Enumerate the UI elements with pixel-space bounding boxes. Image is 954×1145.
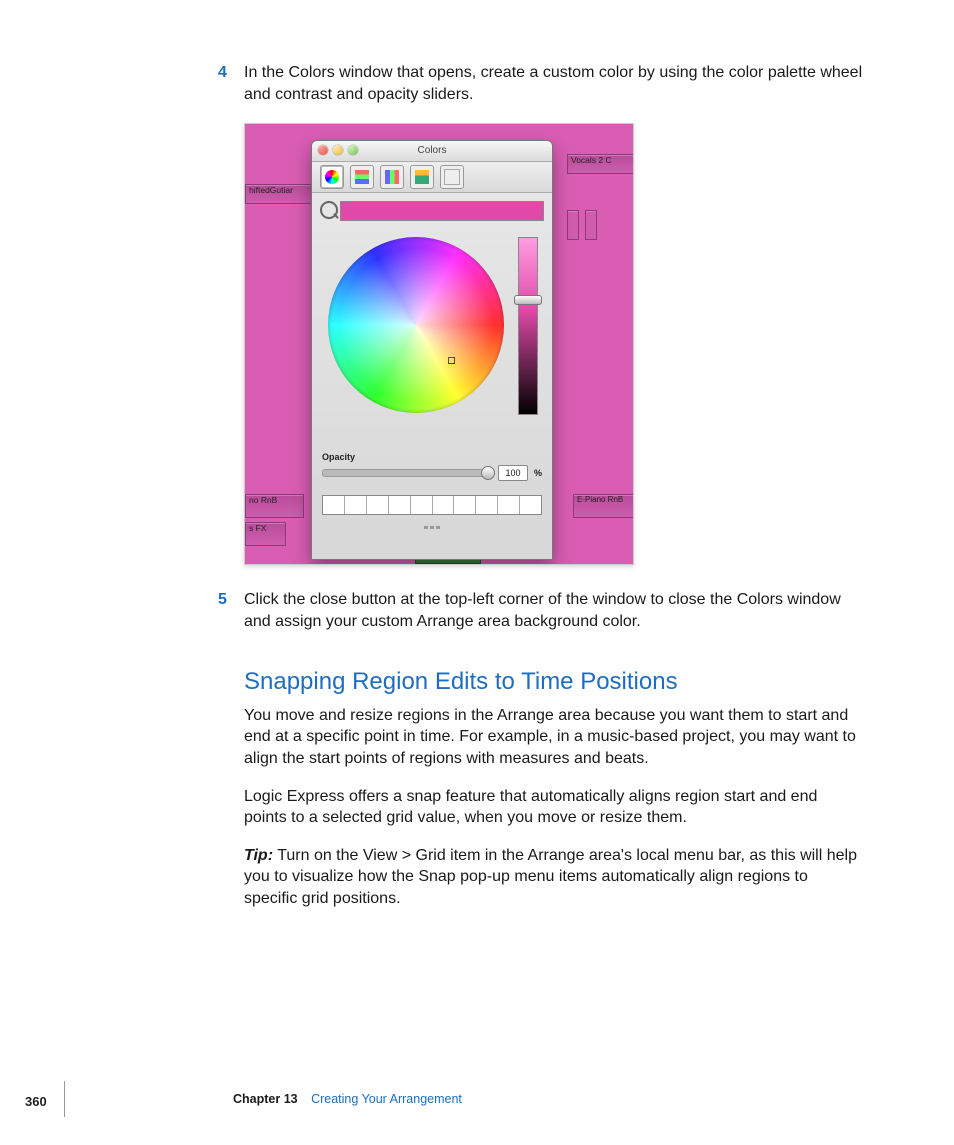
step-number-4: 4 bbox=[218, 62, 227, 84]
minimize-icon[interactable] bbox=[333, 145, 343, 155]
footer-chapter-title: Creating Your Arrangement bbox=[311, 1092, 462, 1106]
track-label: Vocals 2 C bbox=[567, 154, 634, 174]
tip-text: Turn on the View > Grid item in the Arra… bbox=[244, 847, 857, 907]
window-title: Colors bbox=[418, 145, 447, 156]
track-label: hiftedGutiar bbox=[245, 184, 314, 204]
window-title-bar: Colors bbox=[312, 141, 552, 162]
section-heading: Snapping Region Edits to Time Positions bbox=[244, 666, 864, 698]
brightness-slider-knob[interactable] bbox=[514, 295, 542, 305]
section-paragraph-1: You move and resize regions in the Arran… bbox=[244, 705, 864, 770]
brightness-slider[interactable] bbox=[518, 237, 538, 415]
close-icon[interactable] bbox=[318, 145, 328, 155]
magnifier-icon[interactable] bbox=[320, 201, 338, 219]
page-number: 360 bbox=[25, 1093, 47, 1111]
opacity-value[interactable]: 100 bbox=[498, 465, 528, 481]
footer-chapter: Chapter 13 bbox=[233, 1092, 298, 1106]
opacity-slider-knob[interactable] bbox=[481, 466, 495, 480]
color-sliders-tab[interactable] bbox=[350, 165, 374, 189]
track-label: E-Piano RnB bbox=[573, 494, 634, 518]
resize-grabber-icon[interactable] bbox=[312, 521, 552, 533]
colors-window: Colors Opacity bbox=[311, 140, 553, 560]
opacity-slider[interactable] bbox=[322, 469, 492, 477]
opacity-label: Opacity bbox=[322, 451, 542, 463]
track-label: no RnB bbox=[245, 494, 304, 518]
step-text-5: Click the close button at the top-left c… bbox=[244, 589, 864, 632]
page-footer: 360 Chapter 13 Creating Your Arrangement bbox=[64, 1081, 899, 1117]
tip-label: Tip: bbox=[244, 847, 273, 864]
selected-color-swatch bbox=[340, 201, 544, 221]
color-wheel-tab[interactable] bbox=[320, 165, 344, 189]
step-number-5: 5 bbox=[218, 589, 227, 611]
percent-sign: % bbox=[534, 467, 542, 479]
swatch-row[interactable] bbox=[322, 495, 542, 515]
color-wheel-marker[interactable] bbox=[448, 357, 455, 364]
section-paragraph-2: Logic Express offers a snap feature that… bbox=[244, 786, 864, 829]
step-text-4: In the Colors window that opens, create … bbox=[244, 62, 864, 105]
track-label: s FX bbox=[245, 522, 286, 546]
colors-window-screenshot: hiftedGutiar Vocals 2 C no RnB s FX E-Pi… bbox=[244, 123, 634, 565]
zoom-icon[interactable] bbox=[348, 145, 358, 155]
crayons-tab[interactable] bbox=[440, 165, 464, 189]
color-palettes-tab[interactable] bbox=[380, 165, 404, 189]
color-wheel[interactable] bbox=[328, 237, 504, 413]
image-palettes-tab[interactable] bbox=[410, 165, 434, 189]
section-tip: Tip: Turn on the View > Grid item in the… bbox=[244, 845, 864, 910]
